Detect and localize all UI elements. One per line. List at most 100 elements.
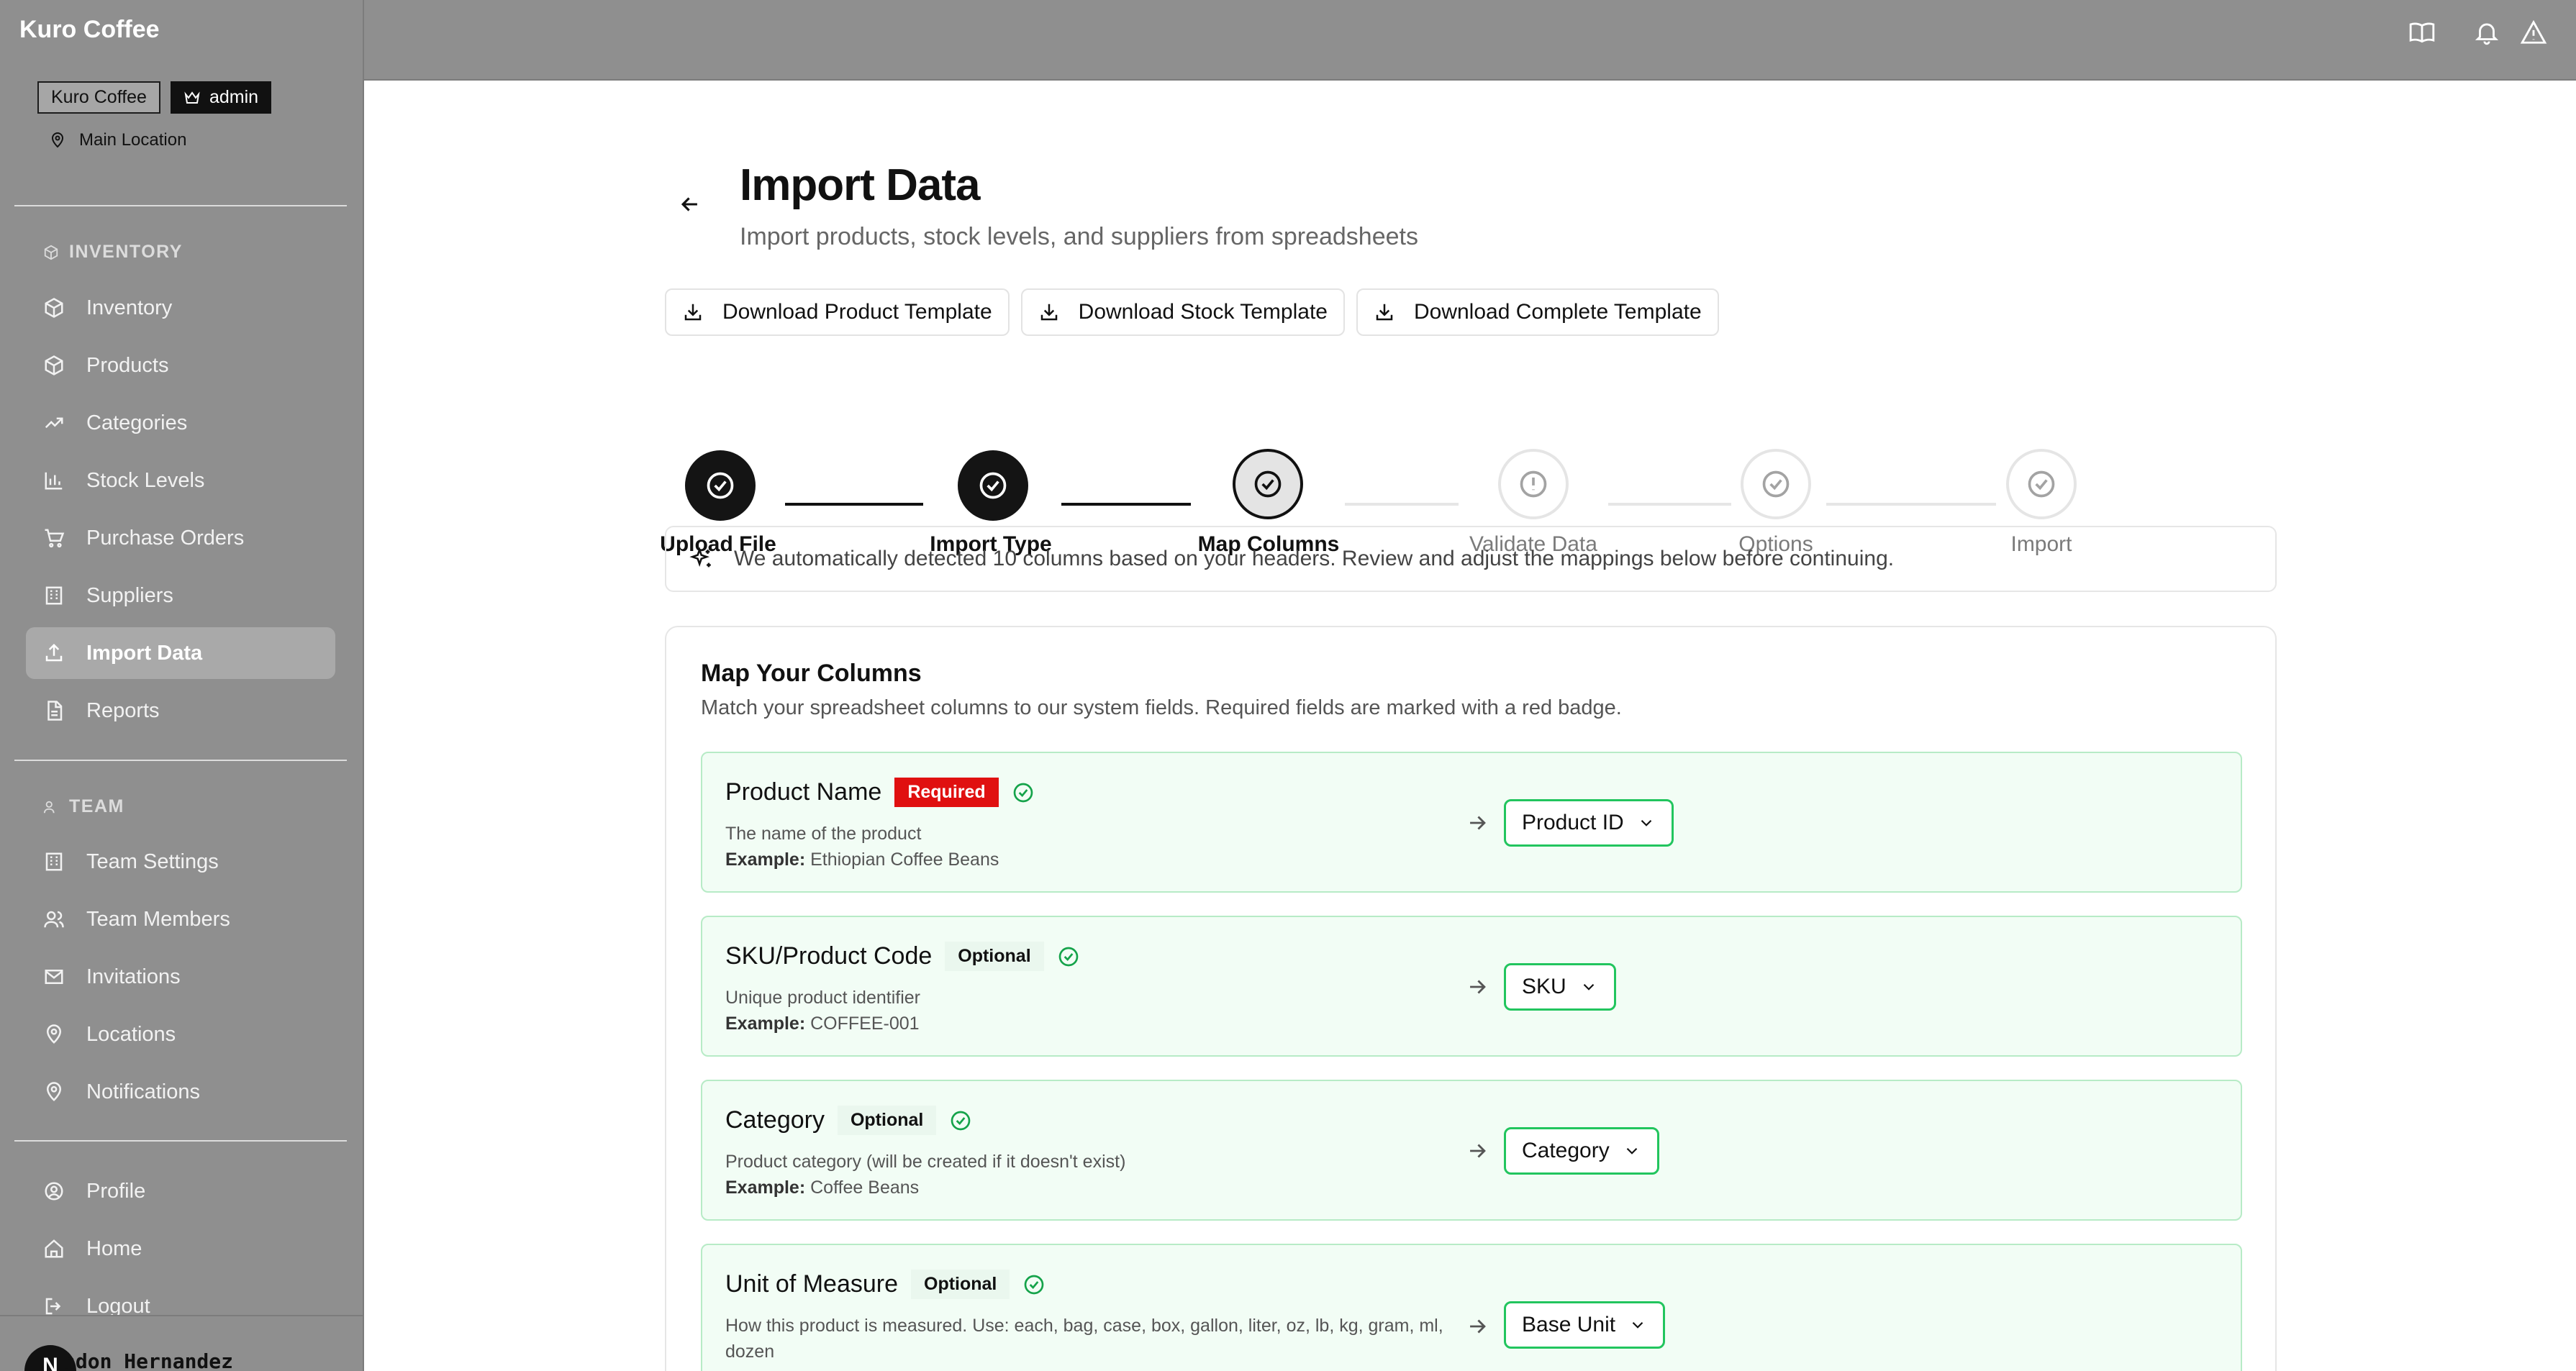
field-description: The name of the product <box>725 824 922 844</box>
optional-badge: Optional <box>945 942 1044 971</box>
step-options[interactable] <box>1741 449 1811 519</box>
map-pin-icon <box>46 1024 62 1044</box>
field-description: Product category (will be created if it … <box>725 1152 1126 1172</box>
book-icon <box>2409 22 2435 43</box>
location-selector[interactable]: Main Location <box>49 130 186 150</box>
step-import[interactable] <box>2006 449 2077 519</box>
field-example: Example: Coffee Beans <box>725 1178 920 1198</box>
download-icon <box>684 304 702 321</box>
column-select[interactable]: SKU <box>1504 963 1616 1011</box>
banner-text: We automatically detected 10 columns bas… <box>734 547 1895 570</box>
field-name: SKU/Product Code <box>725 942 933 970</box>
download-icon <box>1040 304 1057 321</box>
section-inventory: INVENTORY <box>43 242 183 263</box>
field-example: Example: Ethiopian Coffee Beans <box>725 850 999 870</box>
field-mapping-row: Unit of Measure Optional How this produc… <box>701 1244 2242 1371</box>
field-description: Unique product identifier <box>725 988 920 1008</box>
check-circle-icon <box>1058 947 1078 966</box>
arrow-right-icon <box>1470 1319 1486 1334</box>
sidebar-item-inventory[interactable]: Inventory <box>26 282 335 334</box>
step-map-columns[interactable] <box>1233 449 1303 519</box>
step-connector <box>1826 503 1996 506</box>
sidebar-item-home[interactable]: Home <box>26 1223 335 1275</box>
sidebar-item-import-data[interactable]: Import Data <box>26 627 335 679</box>
download-complete-template-button[interactable]: Download Complete Template <box>1356 288 1719 336</box>
mapping-subtitle: Match your spreadsheet columns to our sy… <box>701 696 1622 719</box>
box-icon <box>45 298 63 318</box>
step-connector <box>1061 503 1191 506</box>
bar-chart-icon <box>45 472 63 490</box>
sidebar-item-invitations[interactable]: Invitations <box>26 951 335 1003</box>
building-icon <box>45 586 63 605</box>
sidebar-divider <box>14 760 347 761</box>
sidebar-item-locations[interactable]: Locations <box>26 1008 335 1060</box>
sidebar-item-team-members[interactable]: Team Members <box>26 893 335 945</box>
field-name: Category <box>725 1106 825 1134</box>
chevron-down-icon <box>1641 819 1652 826</box>
logout-icon <box>45 1298 61 1315</box>
alert-triangle-icon <box>2520 19 2547 44</box>
field-mapping-row: Product Name Required The name of the pr… <box>701 752 2242 893</box>
check-circle-icon <box>951 1111 971 1130</box>
sidebar-item-purchase-orders[interactable]: Purchase Orders <box>26 512 335 564</box>
org-pill[interactable]: Kuro Coffee <box>37 81 160 114</box>
building-icon <box>45 852 63 871</box>
arrow-right-icon <box>1470 980 1486 994</box>
arrow-right-icon <box>1470 1144 1486 1158</box>
step-validate-data[interactable] <box>1498 449 1569 519</box>
alert-circle-icon <box>1520 470 1547 498</box>
user-menu[interactable]: N ndon Hernandez <box>0 1315 363 1371</box>
sidebar-item-profile[interactable]: Profile <box>26 1165 335 1217</box>
optional-badge: Optional <box>911 1270 1010 1299</box>
bell-icon <box>2475 23 2499 45</box>
users-icon <box>43 801 55 813</box>
step-connector <box>785 503 923 506</box>
map-pin-icon <box>51 132 64 148</box>
sidebar-item-team-settings[interactable]: Team Settings <box>26 836 335 888</box>
check-circle-icon <box>1254 470 1282 498</box>
column-select[interactable]: Base Unit <box>1504 1301 1666 1349</box>
arrow-right-icon <box>1470 816 1486 830</box>
column-select[interactable]: Product ID <box>1504 799 1674 847</box>
import-stepper: Upload File Import Type Map Columns Vali… <box>364 368 2576 556</box>
docs-button[interactable] <box>2408 19 2436 46</box>
notifications-button[interactable] <box>2473 19 2500 46</box>
required-badge: Required <box>894 778 999 807</box>
field-name: Unit of Measure <box>725 1270 898 1298</box>
alerts-button[interactable] <box>2520 19 2547 46</box>
box-icon <box>45 355 63 375</box>
sidebar-item-reports[interactable]: Reports <box>26 685 335 737</box>
download-product-template-button[interactable]: Download Product Template <box>665 288 1010 336</box>
field-name: Product Name <box>725 778 882 806</box>
cart-icon <box>45 529 65 548</box>
step-upload-file[interactable] <box>685 450 756 521</box>
auto-detect-banner: We automatically detected 10 columns bas… <box>665 526 2277 592</box>
map-pin-icon <box>46 1082 62 1101</box>
upload-icon <box>45 643 63 662</box>
user-circle-icon <box>45 1182 63 1201</box>
sidebar-item-suppliers[interactable]: Suppliers <box>26 570 335 621</box>
field-mapping-row: SKU/Product Code Optional Unique product… <box>701 916 2242 1057</box>
step-connector <box>1345 503 1459 506</box>
document-icon <box>47 701 63 721</box>
location-label: Main Location <box>79 130 187 150</box>
chevron-down-icon <box>1626 1147 1638 1154</box>
sidebar-item-categories[interactable]: Categories <box>26 397 335 449</box>
field-example: Example: COFFEE-001 <box>725 1014 920 1034</box>
sidebar-item-products[interactable]: Products <box>26 340 335 391</box>
role-label: admin <box>209 87 259 107</box>
download-stock-template-button[interactable]: Download Stock Template <box>1020 288 1345 336</box>
step-import-type[interactable] <box>958 450 1028 521</box>
step-connector <box>1608 503 1731 506</box>
topbar <box>364 0 2576 81</box>
section-team: TEAM <box>43 796 124 817</box>
sidebar-item-stock-levels[interactable]: Stock Levels <box>26 455 335 506</box>
column-select[interactable]: Category <box>1504 1127 1659 1175</box>
field-mapping-row: Category Optional Product category (will… <box>701 1080 2242 1221</box>
back-button[interactable] <box>678 192 709 224</box>
sidebar-divider <box>14 1140 347 1142</box>
trend-up-icon <box>45 417 63 429</box>
sidebar-item-notifications[interactable]: Notifications <box>26 1066 335 1118</box>
chevron-down-icon <box>1632 1321 1643 1329</box>
check-circle-icon <box>707 472 734 499</box>
